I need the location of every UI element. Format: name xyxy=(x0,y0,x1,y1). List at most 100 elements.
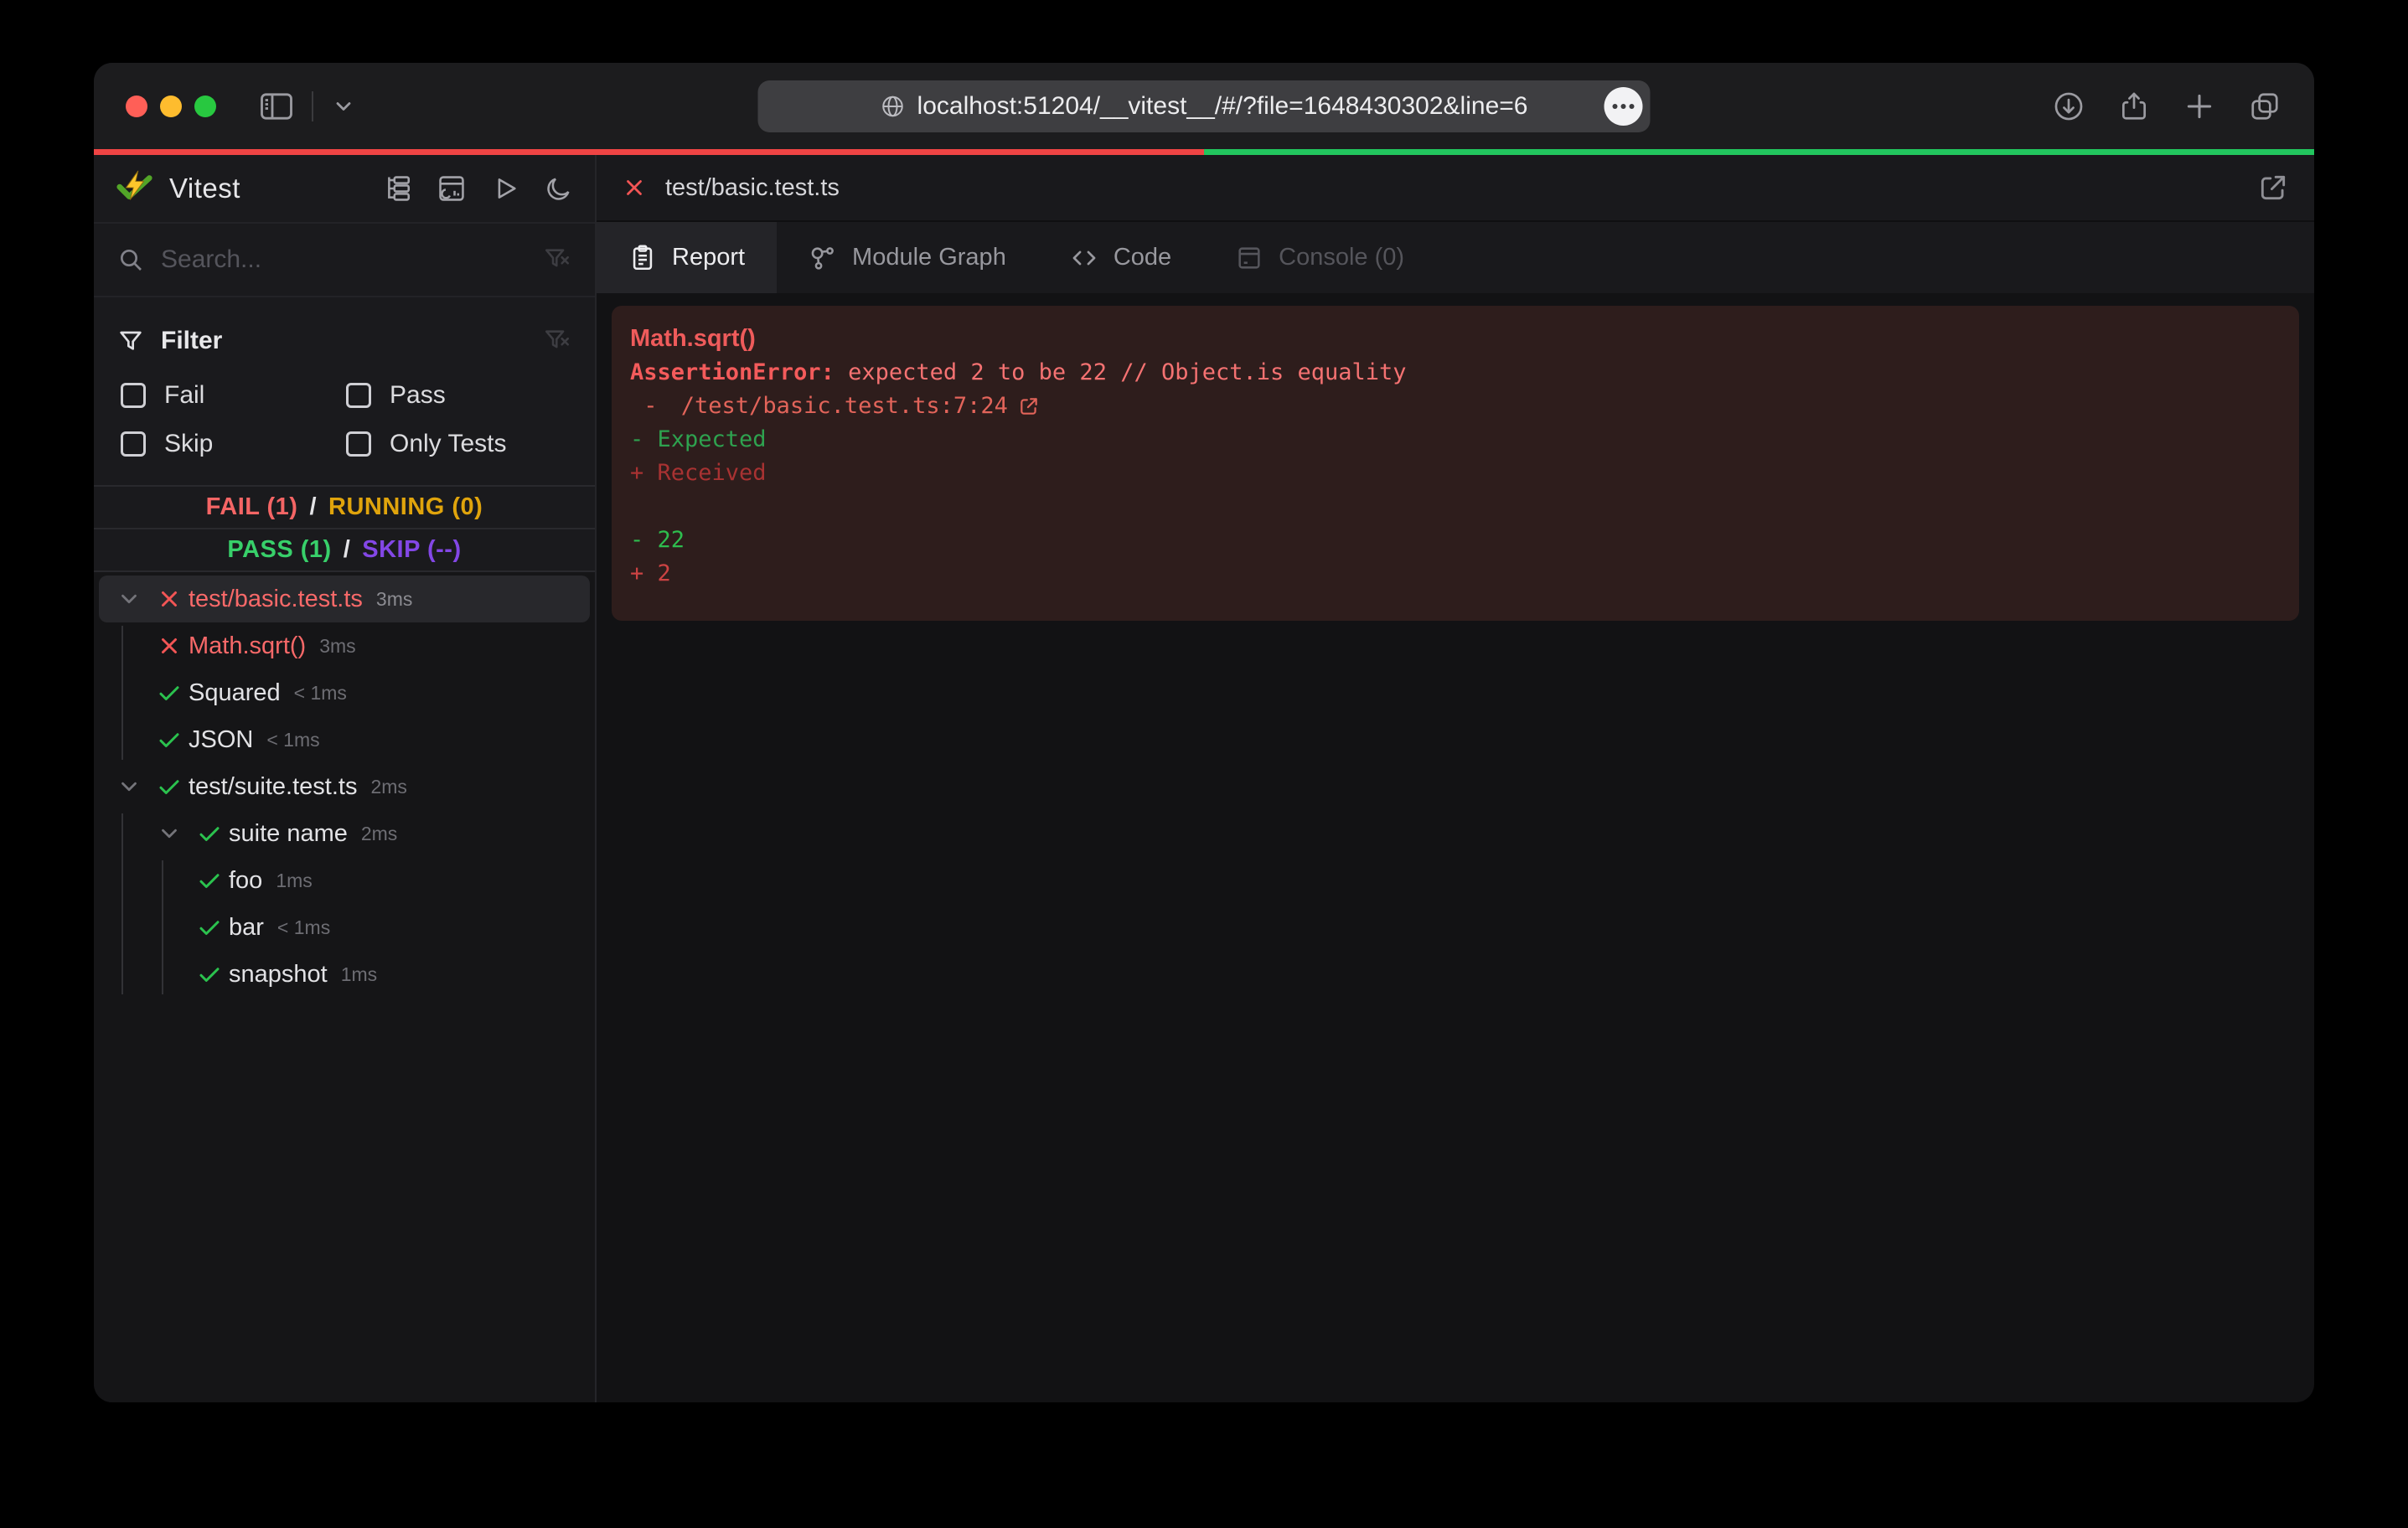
download-icon[interactable] xyxy=(2053,90,2085,122)
close-window-button[interactable] xyxy=(126,96,147,117)
filter-label: Filter xyxy=(161,327,222,355)
chevron-down-icon[interactable] xyxy=(116,774,142,799)
tree-item-json[interactable]: JSON < 1ms xyxy=(94,716,595,763)
filter-option-only-tests[interactable]: Only Tests xyxy=(346,430,571,458)
checkbox-only-tests[interactable] xyxy=(346,431,371,457)
tree-item-basic-test-file[interactable]: test/basic.test.ts 3ms xyxy=(99,576,590,622)
clear-filter-icon[interactable] xyxy=(543,327,571,355)
checkbox-fail[interactable] xyxy=(121,383,146,408)
console-icon xyxy=(1235,244,1263,272)
skip-count: SKIP (--) xyxy=(362,536,461,564)
external-link-icon[interactable] xyxy=(1018,395,1040,417)
code-icon xyxy=(1070,244,1098,272)
test-duration: 3ms xyxy=(319,635,355,658)
tab-console[interactable]: Console (0) xyxy=(1203,222,1436,293)
checkbox-skip[interactable] xyxy=(121,431,146,457)
progress-fail-segment xyxy=(94,149,1204,155)
search-icon xyxy=(117,246,144,273)
test-label: JSON xyxy=(189,726,253,754)
view-tabs: Report Module Graph xyxy=(597,222,2314,293)
indent-guide xyxy=(162,860,163,994)
filter-icon xyxy=(117,328,144,354)
tree-item-suite-name[interactable]: suite name 2ms xyxy=(94,810,595,857)
sidebar: Vitest xyxy=(94,155,597,1402)
tree-item-squared[interactable]: Squared < 1ms xyxy=(94,669,595,716)
test-label: test/suite.test.ts xyxy=(189,773,357,801)
run-all-icon[interactable] xyxy=(491,174,519,203)
globe-icon xyxy=(881,94,906,119)
checkbox-pass[interactable] xyxy=(346,383,371,408)
test-label: Math.sqrt() xyxy=(189,632,306,660)
report-view: Math.sqrt() AssertionError: expected 2 t… xyxy=(597,293,2314,1402)
filter-option-fail[interactable]: Fail xyxy=(121,381,346,410)
checkbox-label: Only Tests xyxy=(390,430,507,458)
failed-test-name: Math.sqrt() xyxy=(630,321,2281,356)
filter-option-pass[interactable]: Pass xyxy=(346,381,571,410)
tree-item-bar[interactable]: bar < 1ms xyxy=(94,904,595,951)
pass-icon xyxy=(197,868,222,893)
report-icon xyxy=(628,244,657,272)
dashboard-icon[interactable] xyxy=(437,174,466,203)
chevron-down-icon[interactable] xyxy=(332,95,355,118)
test-tree: test/basic.test.ts 3ms Math.sqrt() 3ms S… xyxy=(94,572,595,1402)
test-summary: FAIL (1) / RUNNING (0) PASS (1) / SKIP (… xyxy=(94,485,595,572)
url-text: localhost:51204/__vitest__/#/?file=16484… xyxy=(917,92,1528,121)
stack-trace-link[interactable]: /test/basic.test.ts:7:24 xyxy=(681,390,1008,423)
test-duration: 3ms xyxy=(376,588,412,611)
tab-label: Code xyxy=(1114,244,1171,271)
test-duration: 1ms xyxy=(276,870,312,892)
fullscreen-window-button[interactable] xyxy=(194,96,216,117)
dark-mode-icon[interactable] xyxy=(545,174,573,203)
tree-item-snapshot[interactable]: snapshot 1ms xyxy=(94,951,595,998)
test-duration: 2ms xyxy=(361,823,397,845)
diff-expected-label: - Expected xyxy=(630,423,2281,457)
filter-option-skip[interactable]: Skip xyxy=(121,430,346,458)
pass-icon xyxy=(157,774,182,799)
error-message-line: AssertionError: expected 2 to be 22 // O… xyxy=(630,356,2281,390)
share-icon[interactable] xyxy=(2118,90,2150,122)
tree-item-math-sqrt[interactable]: Math.sqrt() 3ms xyxy=(94,622,595,669)
pass-icon xyxy=(197,821,222,846)
browser-toolbar: localhost:51204/__vitest__/#/?file=16484… xyxy=(94,63,2314,149)
tab-module-graph[interactable]: Module Graph xyxy=(777,222,1038,293)
tab-report[interactable]: Report xyxy=(597,222,777,293)
more-options-icon[interactable] xyxy=(1604,87,1643,126)
sidebar-toggle-icon[interactable] xyxy=(260,92,293,121)
checkbox-label: Skip xyxy=(164,430,213,458)
test-label: bar xyxy=(229,914,264,942)
stack-trace-line: - /test/basic.test.ts:7:24 xyxy=(630,390,2281,423)
minimize-window-button[interactable] xyxy=(160,96,182,117)
fail-icon xyxy=(157,633,182,658)
chevron-down-icon[interactable] xyxy=(116,586,142,612)
tab-label: Report xyxy=(672,244,745,271)
search-input[interactable] xyxy=(161,245,543,274)
test-duration: < 1ms xyxy=(294,682,347,705)
tree-view-icon[interactable] xyxy=(384,174,412,203)
app-title: Vitest xyxy=(169,173,240,204)
vitest-logo-icon xyxy=(116,169,154,208)
test-duration: 1ms xyxy=(341,963,377,986)
error-panel: Math.sqrt() AssertionError: expected 2 t… xyxy=(612,306,2299,621)
address-bar[interactable]: localhost:51204/__vitest__/#/?file=16484… xyxy=(758,80,1651,132)
main-panel: test/basic.test.ts xyxy=(597,155,2314,1402)
clear-search-filter-icon[interactable] xyxy=(543,245,571,274)
progress-pass-segment xyxy=(1204,149,2314,155)
new-tab-icon[interactable] xyxy=(2183,90,2215,122)
pass-icon xyxy=(197,915,222,940)
close-icon[interactable] xyxy=(622,175,647,200)
tab-switcher-icon[interactable] xyxy=(2249,90,2281,122)
pass-icon xyxy=(197,962,222,987)
tree-item-foo[interactable]: foo 1ms xyxy=(94,857,595,904)
filter-section: Filter Fail Pass xyxy=(94,297,595,458)
tab-code[interactable]: Code xyxy=(1038,222,1203,293)
fail-count: FAIL (1) xyxy=(206,493,298,521)
tab-label: Console (0) xyxy=(1279,244,1404,271)
tree-item-suite-test-file[interactable]: test/suite.test.ts 2ms xyxy=(94,763,595,810)
running-count: RUNNING (0) xyxy=(328,493,483,521)
indent-guide xyxy=(121,813,123,994)
chevron-down-icon[interactable] xyxy=(157,821,182,846)
open-file-tab[interactable]: test/basic.test.ts xyxy=(597,155,2314,222)
checkbox-label: Pass xyxy=(390,381,446,410)
diff-received-label: + Received xyxy=(630,457,2281,490)
external-link-icon[interactable] xyxy=(2257,172,2289,204)
